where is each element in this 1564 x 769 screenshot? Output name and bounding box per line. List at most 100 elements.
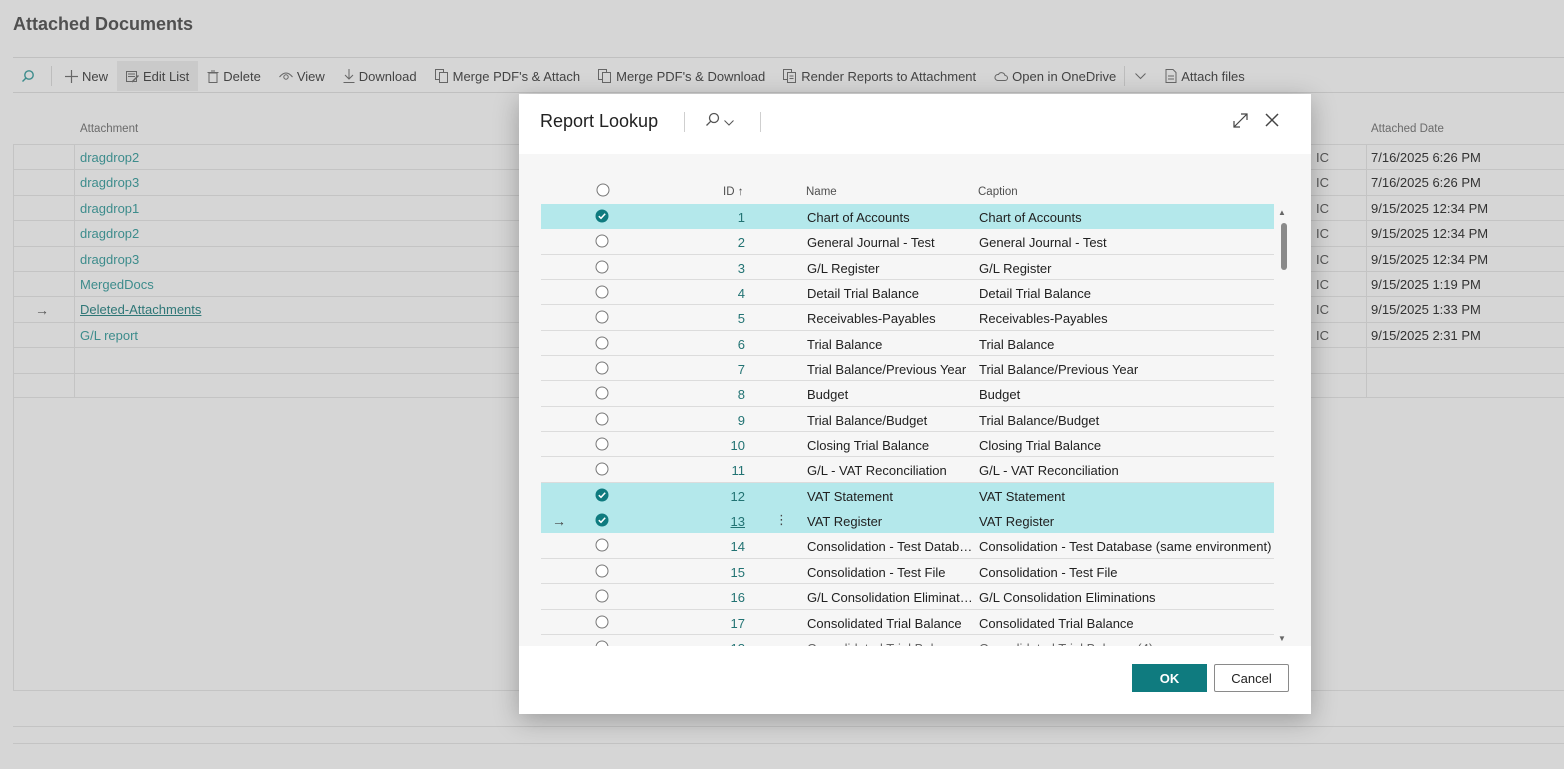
ok-button[interactable]: OK <box>1132 664 1207 692</box>
column-header-name[interactable]: Name <box>806 186 837 198</box>
attachment-name[interactable]: dragdrop3 <box>80 252 139 267</box>
onedrive-dropdown[interactable] <box>1129 61 1156 91</box>
expand-button[interactable] <box>1233 113 1248 131</box>
download-button[interactable]: Download <box>334 61 426 91</box>
row-select-checkbox[interactable] <box>595 615 609 629</box>
merge-download-button[interactable]: Merge PDF's & Download <box>589 61 774 91</box>
report-id[interactable]: 18 <box>701 641 745 646</box>
row-select-checkbox[interactable] <box>595 336 609 350</box>
delete-button[interactable]: Delete <box>198 61 270 91</box>
report-id[interactable]: 12 <box>701 489 745 504</box>
view-button[interactable]: View <box>270 61 334 91</box>
table-row[interactable]: 5 Receivables-Payables Receivables-Payable… <box>541 305 1274 331</box>
report-id[interactable]: 2 <box>701 235 745 250</box>
report-id[interactable]: 9 <box>701 413 745 428</box>
scroll-up-arrow[interactable]: ▲ <box>1278 208 1286 217</box>
divider <box>13 57 1564 58</box>
row-select-checkbox[interactable] <box>595 640 609 646</box>
table-row[interactable]: 15 Consolidation - Test File Consolidation… <box>541 559 1274 585</box>
scroll-down-arrow[interactable]: ▼ <box>1278 634 1286 643</box>
merge-attach-button[interactable]: Merge PDF's & Attach <box>426 61 589 91</box>
table-row[interactable]: 10 Closing Trial Balance Closing Trial Bal… <box>541 432 1274 458</box>
report-name: Receivables-Payables <box>807 311 936 327</box>
report-id[interactable]: 13 <box>701 514 745 529</box>
table-row[interactable]: → 13 ⋮ VAT Register VAT Register <box>541 508 1274 534</box>
table-row[interactable]: 6 Trial Balance Trial Balance <box>541 331 1274 357</box>
report-id[interactable]: 10 <box>701 438 745 453</box>
row-select-checkbox[interactable] <box>595 462 609 476</box>
select-all-checkbox[interactable] <box>596 183 610 200</box>
row-select-checkbox[interactable] <box>595 361 609 375</box>
report-id[interactable]: 4 <box>701 286 745 301</box>
table-row[interactable]: 16 G/L Consolidation Eliminations G/L Cons… <box>541 584 1274 610</box>
attachment-ic: IC <box>1316 251 1329 267</box>
row-select-checkbox[interactable] <box>595 564 609 578</box>
row-select-checkbox[interactable] <box>595 513 609 527</box>
row-select-checkbox[interactable] <box>595 488 609 502</box>
table-row[interactable]: 9 Trial Balance/Budget Trial Balance/Budge… <box>541 407 1274 433</box>
table-row[interactable]: 1 Chart of Accounts Chart of Accounts <box>541 204 1274 230</box>
attachment-name[interactable]: dragdrop2 <box>80 226 139 241</box>
open-onedrive-label: Open in OneDrive <box>1012 68 1117 84</box>
row-select-checkbox[interactable] <box>595 412 609 426</box>
row-actions-icon[interactable]: ⋮ <box>775 512 788 528</box>
scrollbar-thumb[interactable] <box>1281 223 1287 270</box>
row-select-checkbox[interactable] <box>595 234 609 248</box>
new-button[interactable]: New <box>56 61 117 91</box>
column-header-attached-date[interactable]: Attached Date <box>1371 123 1444 135</box>
table-row[interactable]: 14 Consolidation - Test Database Consolida… <box>541 533 1274 559</box>
report-id[interactable]: 5 <box>701 311 745 326</box>
attached-date: 9/15/2025 2:31 PM <box>1371 327 1481 343</box>
open-onedrive-button[interactable]: Open in OneDrive <box>985 61 1120 91</box>
report-caption: Consolidation - Test Database (same envi… <box>979 539 1272 555</box>
table-row[interactable]: 18 Consolidated Trial Balance (4) Consolid… <box>541 635 1274 646</box>
report-id[interactable]: 15 <box>701 565 745 580</box>
report-id[interactable]: 14 <box>701 539 745 554</box>
grid-column-line <box>74 144 75 397</box>
attachment-name[interactable]: dragdrop3 <box>80 175 139 190</box>
cancel-button[interactable]: Cancel <box>1214 664 1289 692</box>
search-button[interactable] <box>13 61 47 91</box>
row-select-checkbox[interactable] <box>595 260 609 274</box>
attached-date: 9/15/2025 12:34 PM <box>1371 200 1489 216</box>
attachment-name[interactable]: dragdrop1 <box>80 201 139 216</box>
row-select-checkbox[interactable] <box>595 285 609 299</box>
table-row[interactable]: 8 Budget Budget <box>541 381 1274 407</box>
table-row[interactable]: 17 Consolidated Trial Balance Consolidated… <box>541 610 1274 635</box>
row-select-checkbox[interactable] <box>595 209 609 223</box>
report-id[interactable]: 7 <box>701 362 745 377</box>
table-row[interactable]: 12 VAT Statement VAT Statement <box>541 482 1274 509</box>
row-select-checkbox[interactable] <box>595 310 609 324</box>
attached-date: 9/15/2025 12:34 PM <box>1371 226 1489 242</box>
dialog-search-button[interactable] <box>705 112 734 130</box>
attachment-ic: IC <box>1316 200 1329 216</box>
column-header-caption[interactable]: Caption <box>978 186 1018 198</box>
row-select-checkbox[interactable] <box>595 437 609 451</box>
report-id[interactable]: 8 <box>701 387 745 402</box>
table-row[interactable]: 4 Detail Trial Balance Detail Trial Balanc… <box>541 280 1274 306</box>
render-reports-button[interactable]: Render Reports to Attachment <box>774 61 985 91</box>
report-id[interactable]: 3 <box>701 261 745 276</box>
row-select-checkbox[interactable] <box>595 538 609 552</box>
table-row[interactable]: 7 Trial Balance/Previous Year Trial Balanc… <box>541 356 1274 382</box>
attachment-name[interactable]: MergedDocs <box>80 277 154 292</box>
row-select-checkbox[interactable] <box>595 589 609 603</box>
column-header-id[interactable]: ID ↑ <box>723 186 743 198</box>
report-id[interactable]: 16 <box>701 590 745 605</box>
table-row[interactable]: 2 General Journal - Test General Journal -… <box>541 229 1274 255</box>
attach-files-button[interactable]: Attach files <box>1156 61 1254 91</box>
attachment-name[interactable]: Deleted-Attachments <box>80 302 201 317</box>
attachment-name[interactable]: dragdrop2 <box>80 150 139 165</box>
edit-list-button[interactable]: Edit List <box>117 61 199 91</box>
report-id[interactable]: 1 <box>701 210 745 225</box>
table-row[interactable]: 11 G/L - VAT Reconciliation G/L - VAT Reco… <box>541 457 1274 483</box>
row-select-checkbox[interactable] <box>595 386 609 400</box>
download-icon <box>343 69 355 83</box>
report-id[interactable]: 11 <box>701 463 746 478</box>
close-button[interactable] <box>1264 112 1280 131</box>
column-header-attachment[interactable]: Attachment <box>80 123 138 135</box>
report-id[interactable]: 6 <box>701 337 745 352</box>
table-row[interactable]: 3 G/L Register G/L Register <box>541 255 1274 281</box>
attachment-name[interactable]: G/L report <box>80 328 138 343</box>
report-id[interactable]: 17 <box>701 616 745 631</box>
